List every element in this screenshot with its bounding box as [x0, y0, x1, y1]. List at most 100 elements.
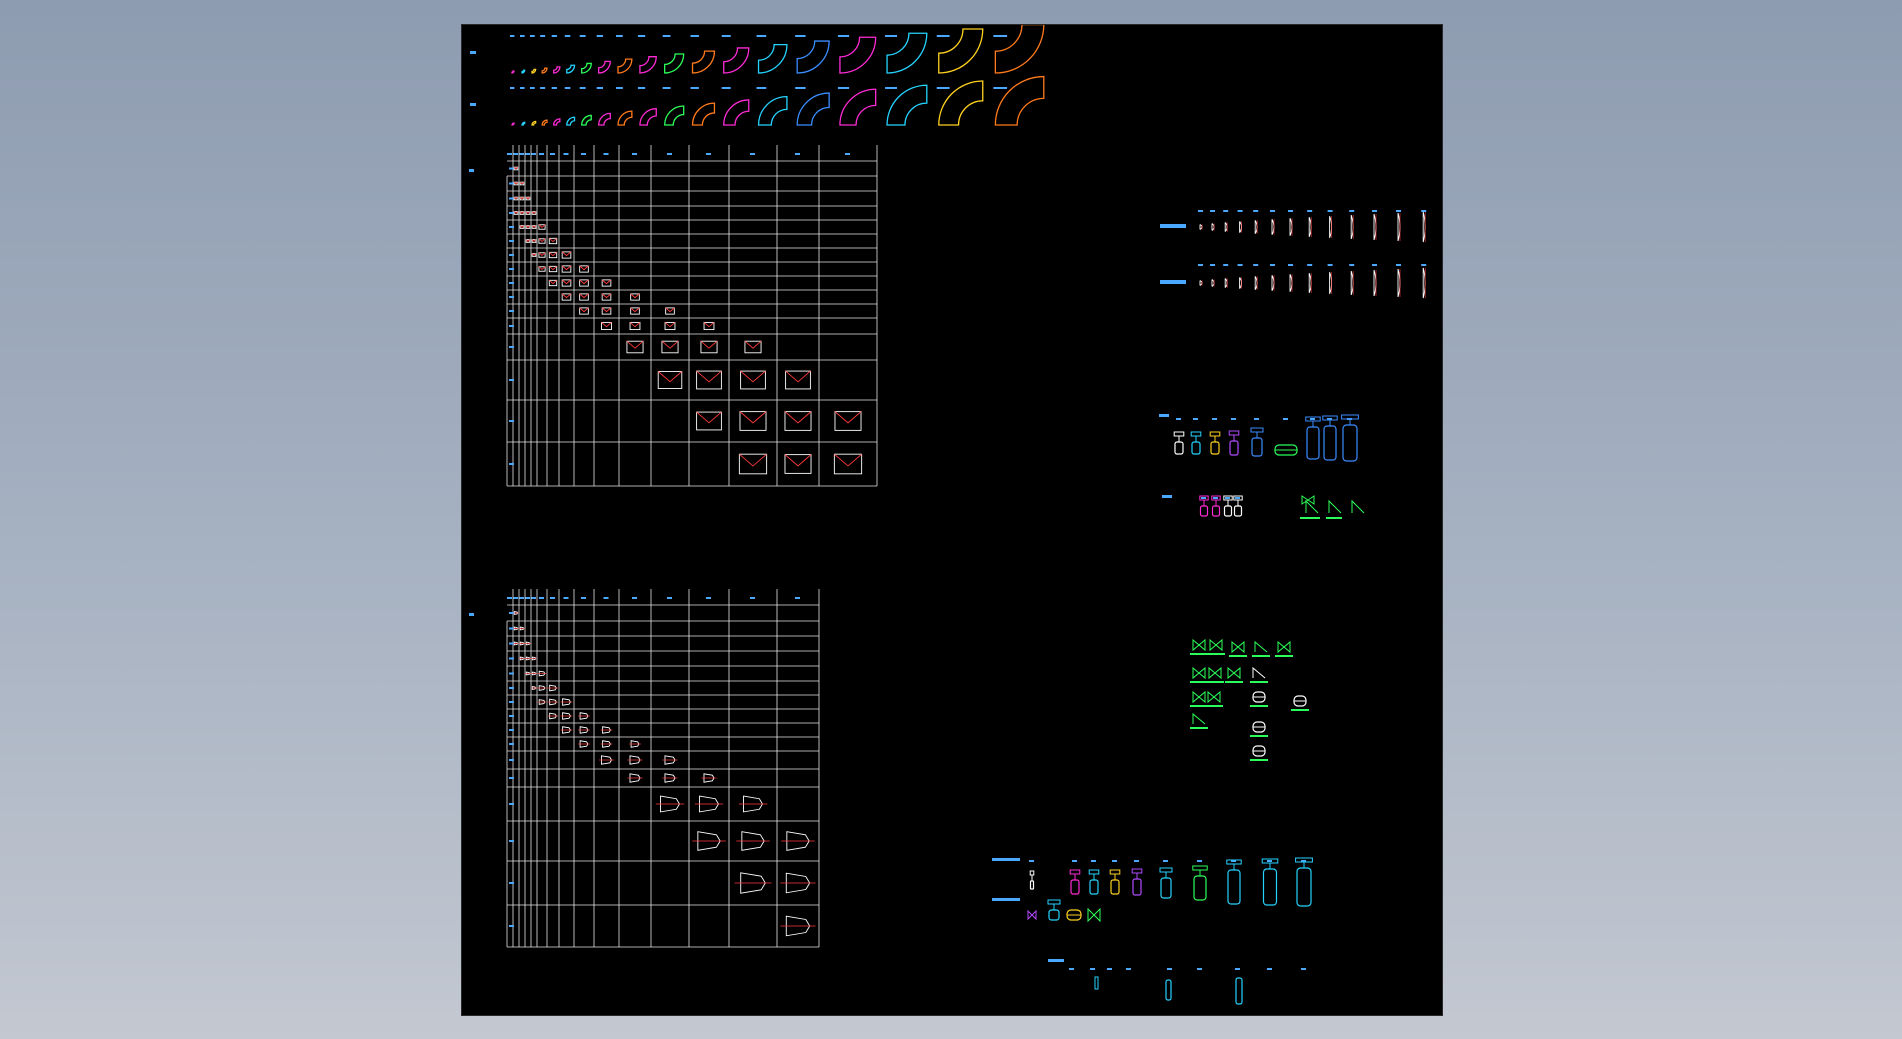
dim-label — [509, 197, 514, 200]
tee-branch — [579, 293, 589, 299]
dim-label — [1201, 497, 1206, 499]
dim-label — [509, 701, 514, 703]
dim-label — [1107, 968, 1112, 970]
tee-branch — [579, 307, 589, 313]
tee-branch — [739, 453, 767, 467]
tee-branch — [664, 322, 676, 328]
dim-label — [1283, 418, 1288, 420]
elbow-symbol — [639, 56, 657, 74]
cap-symbol — [1422, 211, 1426, 243]
elbow-symbol — [521, 69, 526, 74]
dim-label — [1307, 264, 1313, 266]
symbol-caption — [1205, 705, 1223, 707]
dim-label — [509, 657, 514, 660]
dim-label — [563, 597, 569, 599]
elbow-symbol — [796, 92, 830, 126]
valve-body — [1160, 877, 1172, 899]
dim-label — [509, 463, 514, 465]
elbow-symbol — [531, 120, 537, 126]
tee-branch — [561, 265, 572, 271]
elbow-library — [470, 25, 1045, 126]
elbow-symbol — [723, 99, 750, 126]
dim-label — [551, 35, 557, 37]
dim-label — [1421, 264, 1427, 266]
dim-label — [509, 268, 514, 270]
tee-branch — [561, 251, 572, 257]
elbow-symbol — [796, 40, 830, 74]
dim-label — [1253, 210, 1259, 212]
dim-label — [509, 212, 514, 214]
tee-branch — [561, 279, 572, 285]
valve-body — [1070, 879, 1080, 895]
symbol-cluster — [1190, 638, 1309, 761]
dim-label — [509, 687, 514, 689]
group-label — [1159, 414, 1169, 417]
dim-label — [509, 672, 514, 675]
cap-symbol — [1397, 212, 1401, 242]
dim-label — [1235, 968, 1240, 970]
dim-label — [509, 715, 514, 717]
dim-label — [509, 925, 514, 927]
dim-label — [795, 597, 800, 599]
valve-body — [1323, 425, 1337, 461]
valve-handwheel — [1131, 868, 1143, 874]
valve-body — [1296, 867, 1312, 907]
valve-handwheel — [1190, 431, 1202, 437]
valve-symbol — [1231, 640, 1245, 654]
valve-handwheel — [1209, 431, 1221, 437]
dim-label — [520, 87, 525, 89]
elbow-symbol — [639, 108, 657, 126]
tee-branch — [548, 279, 558, 285]
symbol-caption — [1250, 681, 1268, 683]
dim-label — [509, 282, 514, 284]
valve-body — [1223, 505, 1233, 517]
dim-label — [1237, 210, 1243, 212]
tee-branch — [739, 411, 767, 424]
tee-branch — [784, 454, 812, 467]
dim-label — [1198, 210, 1203, 212]
elbow-symbol — [664, 53, 685, 74]
cad-sheet[interactable] — [462, 25, 1442, 1015]
table-label — [469, 613, 474, 616]
dim-label — [1349, 210, 1355, 212]
dim-label — [1223, 210, 1229, 212]
dim-label — [1327, 264, 1333, 266]
symbol-caption — [1300, 517, 1320, 519]
elbow-symbol — [886, 84, 928, 126]
dim-label — [507, 597, 512, 599]
valve-symbol — [1208, 666, 1222, 680]
elbow-symbol — [511, 70, 515, 74]
dim-label — [519, 153, 524, 155]
dim-label — [509, 325, 514, 327]
dim-label — [510, 35, 515, 37]
dim-label — [509, 803, 514, 805]
cap-row-label — [1160, 280, 1186, 284]
symbol-caption — [1207, 653, 1225, 655]
valve-symbol — [1192, 666, 1206, 680]
symbol-caption — [1190, 727, 1208, 729]
dim-label — [1213, 497, 1218, 499]
dim-label — [1288, 264, 1293, 266]
tee-branch — [665, 307, 675, 313]
dim-label — [509, 254, 514, 256]
cap-symbol — [1308, 216, 1312, 238]
dim-label — [509, 759, 514, 761]
dim-label — [530, 87, 535, 89]
cap-symbol — [1350, 214, 1354, 240]
drawing-viewport[interactable] — [461, 24, 1443, 1016]
tee-branch — [785, 370, 811, 383]
dim-label — [1197, 968, 1202, 970]
elbow-symbol — [664, 105, 685, 126]
dim-label — [530, 35, 535, 37]
valve-symbol — [1207, 690, 1221, 704]
elbow-symbol — [994, 25, 1045, 74]
dim-label — [616, 87, 623, 89]
dim-label — [750, 153, 755, 155]
dim-label — [509, 379, 514, 381]
cap-symbol — [1397, 268, 1401, 298]
elbow-symbol — [541, 119, 548, 126]
dim-label — [667, 597, 672, 599]
dim-label — [756, 87, 767, 89]
cap-symbol — [1373, 269, 1377, 297]
tee-branch — [784, 411, 812, 424]
